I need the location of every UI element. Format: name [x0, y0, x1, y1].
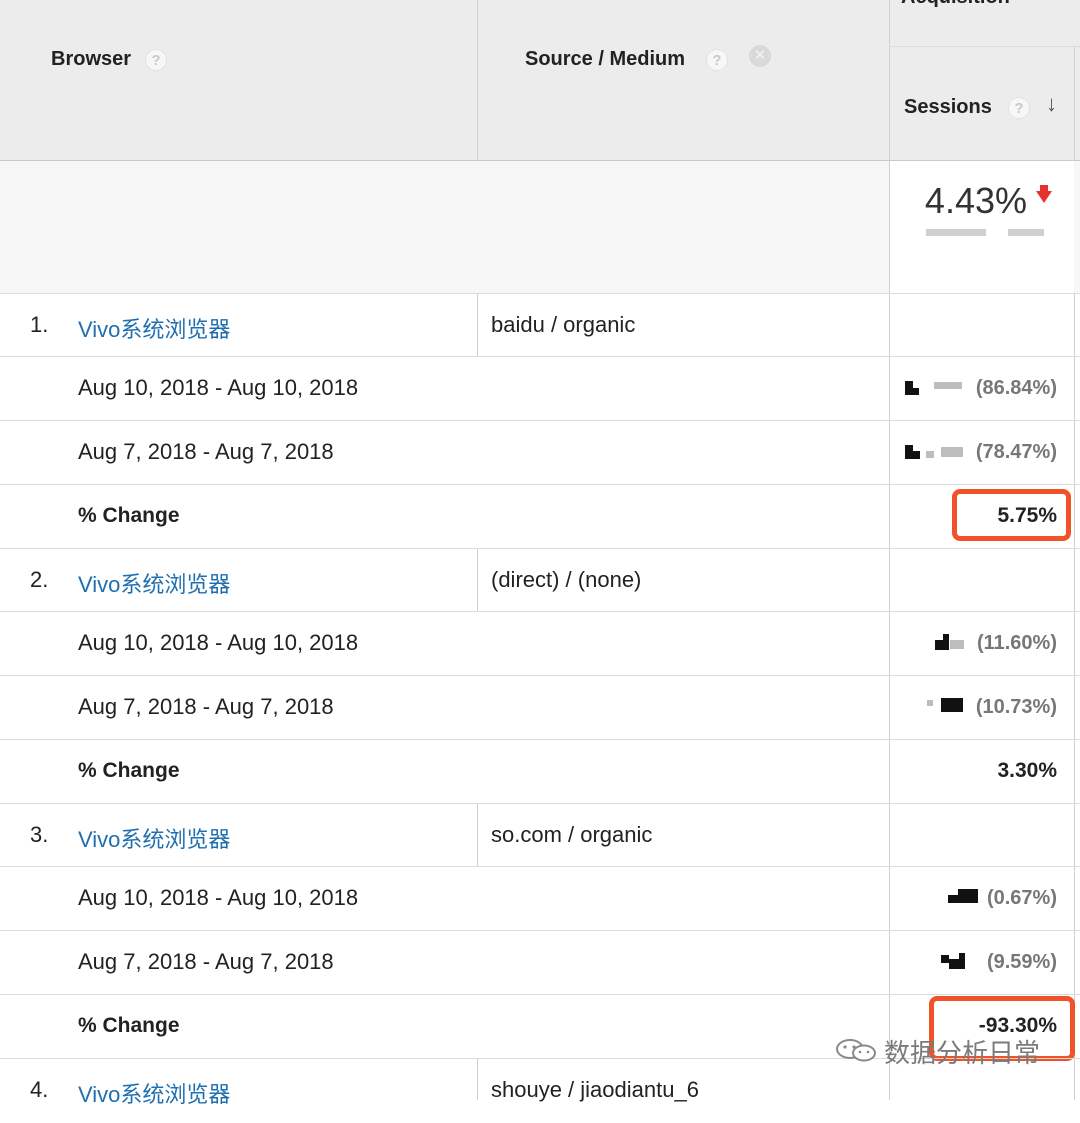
date-range-label: Aug 7, 2018 - Aug 7, 2018 [78, 949, 334, 974]
session-share: (78.47%) [975, 441, 1057, 463]
redacted-value [927, 700, 933, 706]
browser-link[interactable]: Vivo系统浏览器 [78, 1077, 230, 1109]
date-range-row: Aug 7, 2018 - Aug 7, 2018 (78.47%) [0, 421, 1080, 485]
date-range-label: Aug 10, 2018 - Aug 10, 2018 [78, 885, 359, 910]
row-index: 2. [30, 567, 49, 592]
source-medium-column-title[interactable]: Source / Medium [525, 48, 685, 71]
help-icon[interactable]: ? [145, 49, 167, 71]
redacted-value [941, 698, 963, 712]
date-range-row: Aug 7, 2018 - Aug 7, 2018 (9.59%) [0, 931, 1080, 995]
browser-link[interactable]: Vivo系统浏览器 [78, 312, 230, 344]
change-label: % Change [78, 504, 180, 527]
date-range-label: Aug 7, 2018 - Aug 7, 2018 [78, 694, 334, 719]
session-share: (10.73%) [975, 696, 1057, 718]
table-row[interactable]: 2. Vivo系统浏览器 (direct) / (none) [0, 549, 1080, 613]
redacted-value [959, 953, 965, 969]
session-share: (0.67%) [986, 887, 1057, 909]
sessions-column-title[interactable]: Sessions [904, 96, 992, 119]
highlight-box [952, 489, 1071, 541]
sessions-column-header[interactable]: Sessions ? ↓ [889, 46, 1080, 160]
wechat-icon [836, 1039, 876, 1062]
row-index: 4. [30, 1077, 49, 1102]
redacted-value [913, 451, 920, 459]
down-arrow-icon [1036, 185, 1052, 203]
source-medium-value: so.com / organic [491, 822, 653, 847]
change-row: % Change 3.30% [0, 740, 1080, 804]
source-medium-value: (direct) / (none) [491, 567, 642, 592]
redacted-value [941, 447, 963, 457]
redacted-value [905, 445, 913, 459]
row-index: 1. [30, 312, 49, 337]
help-icon[interactable]: ? [1008, 97, 1030, 119]
table-row[interactable]: 1. Vivo系统浏览器 baidu / organic [0, 294, 1080, 358]
browser-link[interactable]: Vivo系统浏览器 [78, 822, 230, 854]
date-range-row: Aug 10, 2018 - Aug 10, 2018 (11.60%) [0, 612, 1080, 676]
redacted-value [948, 895, 958, 903]
change-value: 3.30% [997, 759, 1057, 782]
source-medium-column-header[interactable]: Source / Medium ? ✕ [477, 0, 889, 160]
session-share: (86.84%) [975, 377, 1057, 399]
row-index: 3. [30, 822, 49, 847]
redacted-value [943, 634, 949, 650]
redacted-value [926, 451, 934, 458]
redacted-value [926, 229, 986, 236]
change-label: % Change [78, 1014, 180, 1037]
redacted-value [913, 388, 919, 395]
browser-column-header[interactable]: Browser ? [0, 0, 477, 160]
redacted-value [958, 889, 978, 903]
source-medium-value: baidu / organic [491, 312, 636, 337]
remove-dimension-icon[interactable]: ✕ [749, 45, 771, 67]
date-range-row: Aug 10, 2018 - Aug 10, 2018 (86.84%) [0, 357, 1080, 421]
session-share: (9.59%) [986, 951, 1057, 973]
watermark-text: 数据分析日常 [884, 1038, 1041, 1068]
redacted-value [950, 640, 964, 649]
redacted-value [934, 382, 962, 389]
summary-change-value: 4.43% [924, 180, 1027, 221]
acquisition-group-header: Acquisition [889, 0, 1080, 46]
session-share: (11.60%) [976, 632, 1057, 654]
redacted-value [949, 959, 959, 969]
acquisition-group-title: Acquisition [901, 0, 1010, 9]
date-range-label: Aug 7, 2018 - Aug 7, 2018 [78, 439, 334, 464]
column-divider [477, 1059, 478, 1100]
header-divider [889, 46, 1080, 47]
date-range-label: Aug 10, 2018 - Aug 10, 2018 [78, 375, 359, 400]
date-range-label: Aug 10, 2018 - Aug 10, 2018 [78, 630, 359, 655]
table-row[interactable]: 3. Vivo系统浏览器 so.com / organic [0, 804, 1080, 868]
help-icon[interactable]: ? [706, 49, 728, 71]
column-divider [477, 294, 478, 356]
change-row: % Change 5.75% [0, 485, 1080, 549]
date-range-row: Aug 10, 2018 - Aug 10, 2018 (0.67%) [0, 867, 1080, 931]
redacted-value [1008, 229, 1044, 236]
browser-column-title[interactable]: Browser [51, 48, 131, 71]
sort-descending-icon[interactable]: ↓ [1046, 91, 1057, 117]
redacted-value [935, 640, 943, 650]
redacted-value [941, 955, 949, 963]
column-divider [477, 804, 478, 866]
column-divider [477, 549, 478, 611]
browser-link[interactable]: Vivo系统浏览器 [78, 567, 230, 599]
column-divider [477, 0, 478, 160]
redacted-value [905, 381, 913, 395]
date-range-row: Aug 7, 2018 - Aug 7, 2018 (10.73%) [0, 676, 1080, 740]
change-label: % Change [78, 759, 180, 782]
source-medium-value: shouye / jiaodiantu_6 [491, 1077, 699, 1102]
